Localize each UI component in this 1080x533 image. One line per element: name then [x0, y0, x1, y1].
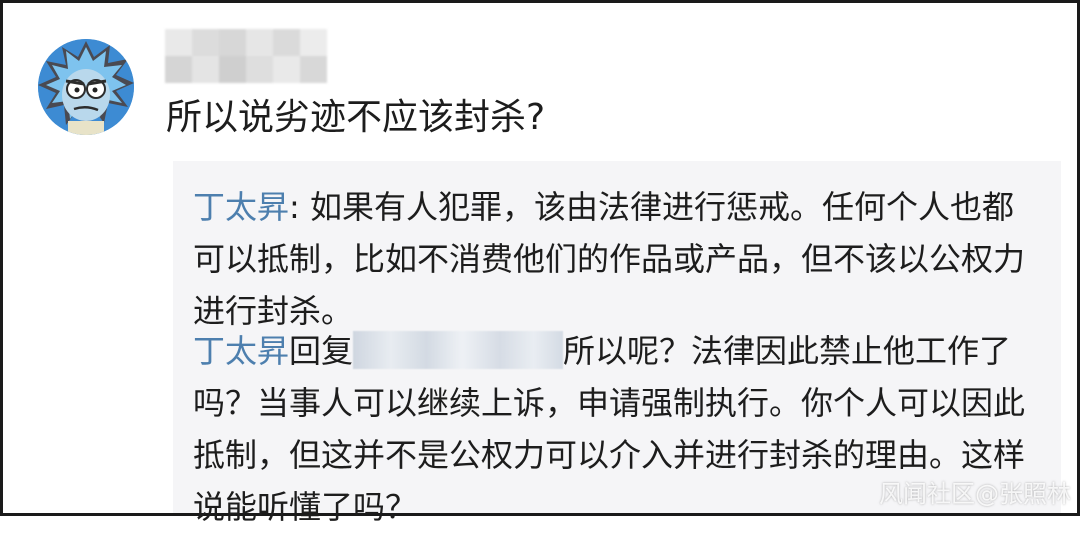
avatar[interactable]: [38, 39, 134, 135]
cartoon-face-icon: [38, 39, 134, 135]
reply-author-link[interactable]: 丁太昇: [193, 188, 289, 226]
reply-author-link[interactable]: 丁太昇: [193, 332, 289, 370]
reply-verb: 回复: [289, 332, 354, 370]
reply-list: 丁太昇: 如果有人犯罪，该由法律进行惩戒。任何个人也都可以抵制，比如不消费他们的…: [173, 161, 1061, 526]
author-name-pixelated[interactable]: [165, 29, 327, 83]
comment-text: 所以说劣迹不应该封杀?: [166, 97, 546, 138]
watermark: 风闻社区@张照林: [879, 480, 1071, 508]
reply-separator: :: [289, 188, 310, 226]
reply-text: 如果有人犯罪，该由法律进行惩戒。任何个人也都可以抵制，比如不消费他们的作品或产品…: [193, 188, 1026, 330]
masked-username: [353, 331, 564, 369]
reply-item[interactable]: 丁太昇: 如果有人犯罪，该由法律进行惩戒。任何个人也都可以抵制，比如不消费他们的…: [193, 181, 1033, 337]
comment-card: 所以说劣迹不应该封杀? 丁太昇: 如果有人犯罪，该由法律进行惩戒。任何个人也都可…: [0, 0, 1080, 526]
